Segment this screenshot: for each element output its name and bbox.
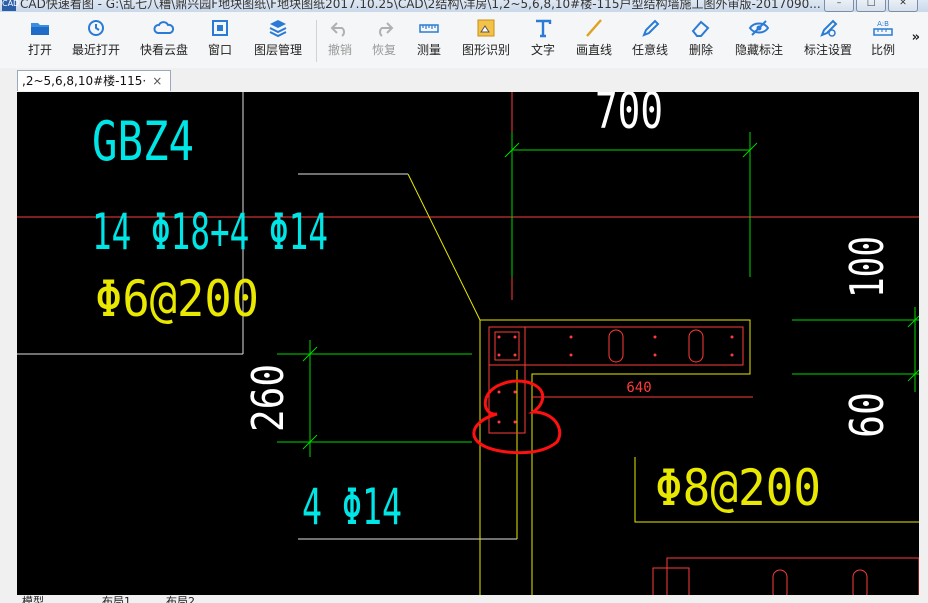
stirrup-loops-bottom <box>772 569 868 595</box>
layout-tab-layout2[interactable]: 布局2 <box>166 595 195 603</box>
document-tab-bar: ,2~5,6,8,10#楼-115· × <box>0 68 928 92</box>
drawing-canvas[interactable]: 640 GBZ4 14 Φ18+4 Φ14 Φ6@200 700 4 Φ14 Φ… <box>17 92 919 595</box>
cloud-disk-button[interactable]: 快看云盘 <box>134 18 194 66</box>
history-icon <box>88 20 104 36</box>
stirrup-loops <box>494 329 704 363</box>
shape-recognize-icon <box>477 19 495 37</box>
dimension-100-group: 100 <box>840 236 894 298</box>
document-tab[interactable]: ,2~5,6,8,10#楼-115· × <box>17 70 172 91</box>
measure-button[interactable]: 测量 <box>411 18 447 66</box>
window-title: CAD快速看图 - G:\乱七八糟\鼎兴园F地块图纸\F地块图纸2017.10.… <box>20 0 821 11</box>
column-section-top <box>488 326 744 366</box>
window-button[interactable]: 窗口 <box>202 18 238 66</box>
stirrup-left-label: Φ6@200 <box>95 270 259 328</box>
toolbar-more-button[interactable]: » <box>912 30 920 45</box>
dimension-700-label: 700 <box>595 92 663 140</box>
cloud-icon <box>153 21 175 34</box>
stirrup-right-label: Φ8@200 <box>655 459 821 517</box>
toolbar-separator <box>316 20 317 62</box>
scale-button[interactable]: A:B 比例 <box>866 18 900 66</box>
shape-recognize-button[interactable]: 图形识别 <box>458 18 514 66</box>
layout-tab-bar: 模型 布局1 布局2 <box>0 595 928 603</box>
redo-button[interactable]: 恢复 <box>366 18 402 66</box>
layout-tab-layout1[interactable]: 布局1 <box>102 595 131 603</box>
wall-outline <box>480 319 751 595</box>
window-icon <box>212 20 228 36</box>
column-section-bottom <box>652 567 690 595</box>
freehand-line-button[interactable]: 任意线 <box>628 18 672 66</box>
main-toolbar: 打开 最近打开 快看云盘 窗口 图层管理 撤销 恢复 测量 图形识别 文字 画直… <box>0 12 928 69</box>
folder-icon <box>31 23 49 35</box>
line-icon <box>586 19 602 37</box>
dimension-640-label: 640 <box>626 380 651 396</box>
left-edge <box>0 92 17 603</box>
dimension-60-group: 60 <box>840 392 894 438</box>
maximize-button[interactable]: □ <box>856 0 886 12</box>
undo-button[interactable]: 撤销 <box>322 18 358 66</box>
text-icon <box>536 19 552 38</box>
svg-text:A:B: A:B <box>877 20 889 28</box>
layers-icon <box>269 20 287 38</box>
eraser-icon <box>691 20 710 37</box>
close-window-button[interactable]: ✕ <box>888 0 918 12</box>
recent-button[interactable]: 最近打开 <box>66 18 126 66</box>
redo-icon <box>379 22 394 37</box>
dimension-100-label: 100 <box>840 236 894 298</box>
text-button[interactable]: 文字 <box>525 18 561 66</box>
delete-button[interactable]: 删除 <box>683 18 719 66</box>
annotation-settings-icon <box>820 19 838 37</box>
undo-icon <box>330 22 345 37</box>
hide-annotations-button[interactable]: 隐藏标注 <box>729 18 789 66</box>
dimension-260-group: 260 <box>243 364 294 432</box>
column-id-label: GBZ4 <box>92 110 194 173</box>
title-bar: CAD CAD快速看图 - G:\乱七八糟\鼎兴园F地块图纸\F地块图纸2017… <box>0 0 928 12</box>
leader-line-yellow <box>407 173 481 595</box>
measure-icon <box>419 24 439 33</box>
layer-manager-button[interactable]: 图层管理 <box>248 18 308 66</box>
dimension-260-label: 260 <box>243 364 294 432</box>
annotation-settings-button[interactable]: 标注设置 <box>799 18 857 66</box>
dimension-lines-green <box>277 132 919 457</box>
freehand-icon <box>642 19 660 37</box>
rebar-4phi14-label: 4 Φ14 <box>302 478 402 536</box>
cad-drawing[interactable]: 640 GBZ4 14 Φ18+4 Φ14 Φ6@200 700 4 Φ14 Φ… <box>17 92 919 595</box>
close-tab-icon[interactable]: × <box>152 74 162 88</box>
layout-tab-model[interactable]: 模型 <box>22 595 44 603</box>
cad-app-icon: CAD <box>2 0 19 11</box>
document-tab-label: ,2~5,6,8,10#楼-115· <box>22 74 147 88</box>
minimize-button[interactable]: – <box>824 0 854 12</box>
open-button[interactable]: 打开 <box>20 18 60 66</box>
rebar-main-label: 14 Φ18+4 Φ14 <box>92 203 328 261</box>
dimension-60-label: 60 <box>840 392 894 438</box>
scale-icon: A:B <box>873 20 893 36</box>
column-section-bottom <box>666 557 919 595</box>
hide-eye-icon <box>748 20 770 36</box>
right-edge <box>919 92 928 603</box>
draw-line-button[interactable]: 画直线 <box>570 18 618 66</box>
